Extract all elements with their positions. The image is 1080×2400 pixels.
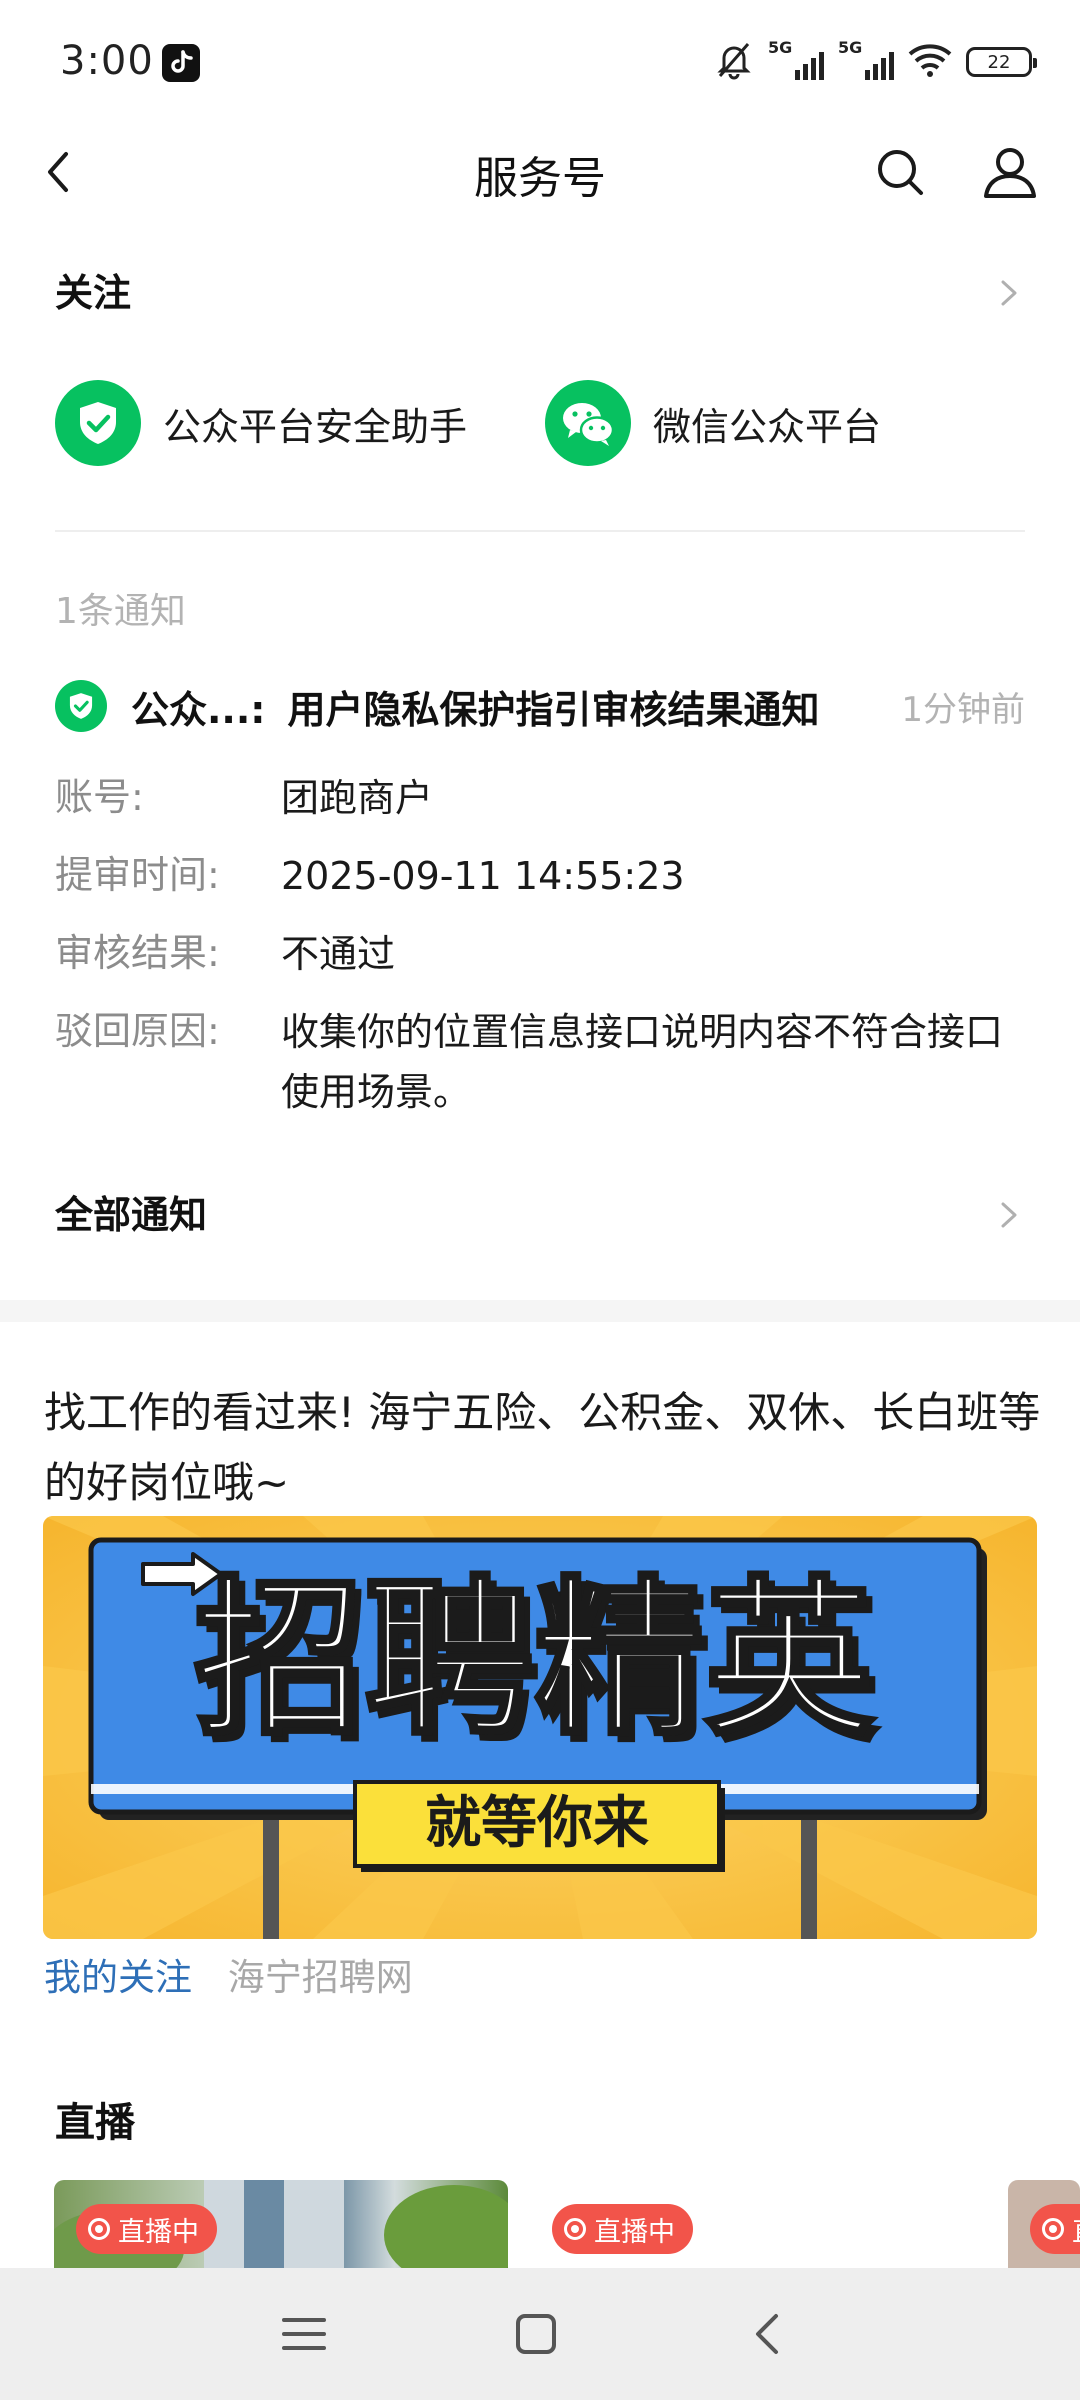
menu-icon[interactable]: [274, 2304, 334, 2364]
account-name: 微信公众平台: [653, 404, 882, 449]
chevron-right-icon: [991, 276, 1025, 310]
wifi-icon: [908, 42, 952, 82]
notification-source: 公众...:: [131, 687, 266, 732]
live-section-title: 直播: [55, 2100, 135, 2146]
field-label: 审核结果:: [55, 931, 220, 975]
field-label: 驳回原因:: [55, 1009, 220, 1053]
article-banner-image[interactable]: 招聘精英 招聘精英 就等你来: [43, 1516, 1037, 1939]
notification-item[interactable]: 公众...: 用户隐私保护指引审核结果通知 1分钟前: [55, 670, 1025, 742]
wechat-icon: [545, 380, 632, 466]
battery-icon: 22: [966, 47, 1037, 77]
status-time: 3:00: [60, 38, 154, 84]
tiktok-icon: [162, 44, 200, 82]
banner-main-text: 招聘精英: [194, 1561, 875, 1759]
followed-accounts-list: 公众平台安全助手 微信公众平台: [55, 378, 1025, 468]
followed-account-wechat[interactable]: 微信公众平台: [545, 378, 881, 468]
live-badge-label: 直播中: [594, 2216, 675, 2248]
all-notifications-label: 全部通知: [55, 1193, 208, 1237]
article-title[interactable]: 找工作的看过来! 海宁五险、公积金、双休、长白班等的好岗位哦~: [44, 1378, 1044, 1518]
nav-bar: 服务号: [0, 120, 1080, 220]
shield-check-icon: [55, 380, 141, 466]
follow-title: 关注: [55, 271, 132, 315]
divider: [55, 530, 1025, 532]
field-label: 提审时间:: [55, 853, 220, 897]
field-value: 收集你的位置信息接口说明内容不符合接口使用场景。: [281, 1010, 1004, 1114]
follow-section-header[interactable]: 关注: [55, 258, 1025, 328]
banner-sub-text: 就等你来: [425, 1791, 649, 1856]
notification-field: 审核结果: 不通过: [55, 924, 1025, 984]
notification-time: 1分钟前: [901, 689, 1025, 730]
network-type-2: 5G: [838, 38, 863, 57]
live-badge: 直播中: [76, 2204, 217, 2254]
followed-account-security[interactable]: 公众平台安全助手: [55, 378, 467, 468]
notification-field: 账号: 团跑商户: [55, 768, 1025, 828]
notification-count: 1条通知: [55, 591, 186, 632]
notification-field: 驳回原因: 收集你的位置信息接口说明内容不符合接口使用场景。: [55, 1002, 1025, 1122]
system-back-icon[interactable]: [738, 2304, 798, 2364]
user-icon[interactable]: [978, 140, 1042, 204]
notification-title: 用户隐私保护指引审核结果通知: [287, 687, 820, 732]
my-follow-tag[interactable]: 我的关注: [44, 1956, 192, 1999]
live-dot-icon: [1042, 2218, 1064, 2240]
signal-icon: 5G: [838, 38, 894, 82]
network-type-1: 5G: [768, 38, 793, 57]
field-value: 团跑商户: [281, 776, 434, 820]
field-label: 账号:: [55, 775, 144, 819]
live-dot-icon: [88, 2218, 110, 2240]
chevron-right-icon: [991, 1198, 1025, 1232]
live-badge: 直播中: [552, 2204, 693, 2254]
live-dot-icon: [564, 2218, 586, 2240]
notification-field: 提审时间: 2025-09-11 14:55:23: [55, 846, 1025, 906]
live-badge-label: 直播中: [118, 2216, 199, 2248]
signal-icon: 5G: [768, 38, 824, 82]
status-bar: 3:00 5G 5G 22: [0, 0, 1080, 120]
shield-check-icon: [55, 680, 107, 732]
account-name: 公众平台安全助手: [163, 404, 468, 449]
live-badge-label: 直: [1072, 2210, 1080, 2249]
field-value: 不通过: [281, 932, 396, 976]
live-badge: 直: [1030, 2204, 1080, 2254]
all-notifications-link[interactable]: 全部通知: [55, 1180, 1025, 1250]
mute-bell-icon: [714, 40, 754, 84]
article-source[interactable]: 海宁招聘网: [228, 1956, 413, 1999]
field-value: 2025-09-11 14:55:23: [281, 854, 685, 898]
search-icon[interactable]: [870, 142, 930, 202]
system-nav-bar: [0, 2268, 1080, 2400]
battery-level: 22: [987, 51, 1011, 73]
live-card[interactable]: 直播中: [530, 2180, 984, 2270]
status-icons: 5G 5G 22: [714, 38, 1037, 84]
article-meta: 我的关注 海宁招聘网: [44, 1950, 413, 2006]
live-card[interactable]: 直播中: [54, 2180, 508, 2270]
live-card[interactable]: 直: [1008, 2180, 1080, 2270]
section-separator: [0, 1300, 1080, 1322]
home-icon[interactable]: [506, 2304, 566, 2364]
